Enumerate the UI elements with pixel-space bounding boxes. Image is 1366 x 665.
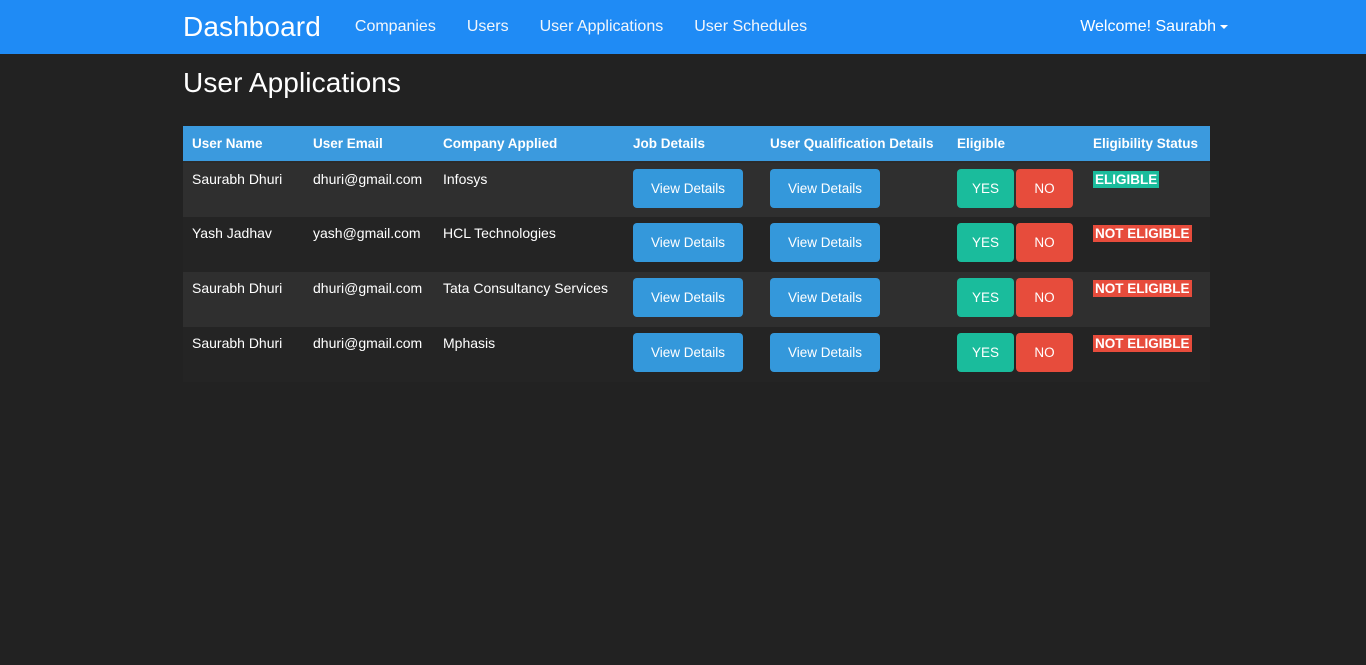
cell-eligibility-status: ELIGIBLE	[1084, 162, 1210, 217]
cell-job-details: View Details	[624, 327, 761, 382]
cell-job-details: View Details	[624, 217, 761, 272]
cell-qualification-details: View Details	[761, 217, 948, 272]
cell-qualification-details: View Details	[761, 162, 948, 217]
table-row: Saurabh Dhuri dhuri@gmail.com Mphasis Vi…	[183, 326, 1210, 382]
view-qualification-details-button[interactable]: View Details	[770, 222, 880, 263]
nav-item-companies: Companies	[355, 18, 436, 36]
view-job-details-button[interactable]: View Details	[633, 277, 743, 318]
page-title: User Applications	[183, 67, 402, 98]
nav-link-companies[interactable]: Companies	[355, 18, 436, 35]
cell-user-email: dhuri@gmail.com	[313, 279, 423, 296]
cell-eligible: YES NO	[948, 162, 1084, 217]
cell-eligible: YES NO	[948, 272, 1084, 327]
table-header-row: User Name User Email Company Applied Job…	[183, 125, 1210, 163]
cell-user-email: yash@gmail.com	[313, 224, 421, 241]
nav-link-users[interactable]: Users	[467, 18, 509, 35]
eligible-yes-button[interactable]: YES	[957, 222, 1014, 263]
view-qualification-details-button[interactable]: View Details	[770, 168, 880, 209]
cell-qualification-details: View Details	[761, 327, 948, 382]
eligible-yes-button[interactable]: YES	[957, 168, 1014, 209]
eligible-no-button[interactable]: NO	[1016, 222, 1073, 263]
column-header-qualification-details: User Qualification Details	[761, 125, 948, 163]
cell-eligible: YES NO	[948, 217, 1084, 272]
brand-logo[interactable]: Dashboard	[183, 13, 321, 41]
nav-link-user-schedules[interactable]: User Schedules	[694, 18, 807, 35]
cell-user-name: Saurabh Dhuri	[192, 279, 283, 296]
navbar-right-section: Welcome! Saurabh	[1080, 0, 1366, 54]
cell-user-name: Saurabh Dhuri	[192, 334, 283, 351]
user-applications-table: User Name User Email Company Applied Job…	[183, 125, 1210, 382]
view-qualification-details-button[interactable]: View Details	[770, 332, 880, 373]
page-body: User Applications User Name User Email C…	[0, 54, 1366, 382]
nav-item-user-applications: User Applications	[540, 18, 664, 36]
nav-link-user-applications[interactable]: User Applications	[540, 18, 664, 35]
cell-company-applied: HCL Technologies	[443, 224, 556, 241]
cell-job-details: View Details	[624, 272, 761, 327]
status-badge: ELIGIBLE	[1093, 170, 1160, 189]
cell-eligible: YES NO	[948, 327, 1084, 382]
view-job-details-button[interactable]: View Details	[633, 168, 743, 209]
table-body: Saurabh Dhuri dhuri@gmail.com Infosys Vi…	[183, 161, 1210, 382]
user-applications-table-container: User Name User Email Company Applied Job…	[183, 125, 1210, 382]
status-badge: NOT ELIGIBLE	[1093, 334, 1192, 353]
eligible-no-button[interactable]: NO	[1016, 168, 1073, 209]
cell-user-email: dhuri@gmail.com	[313, 170, 423, 187]
column-header-job-details: Job Details	[624, 125, 761, 163]
view-job-details-button[interactable]: View Details	[633, 222, 743, 263]
cell-company-applied: Infosys	[443, 170, 488, 187]
cell-qualification-details: View Details	[761, 272, 948, 327]
eligible-no-button[interactable]: NO	[1016, 277, 1073, 318]
column-header-eligibility-status: Eligibility Status	[1084, 125, 1210, 163]
column-header-user-name: User Name	[183, 125, 304, 163]
user-menu-dropdown[interactable]: Welcome! Saurabh	[1080, 19, 1228, 35]
eligible-yes-button[interactable]: YES	[957, 277, 1014, 318]
cell-user-name: Saurabh Dhuri	[192, 170, 283, 187]
cell-eligibility-status: NOT ELIGIBLE	[1084, 327, 1210, 382]
table-row: Saurabh Dhuri dhuri@gmail.com Tata Consu…	[183, 271, 1210, 327]
cell-eligibility-status: NOT ELIGIBLE	[1084, 217, 1210, 272]
nav-item-user-schedules: User Schedules	[694, 18, 807, 36]
cell-company-applied: Mphasis	[443, 334, 496, 351]
table-row: Saurabh Dhuri dhuri@gmail.com Infosys Vi…	[183, 161, 1210, 217]
view-job-details-button[interactable]: View Details	[633, 332, 743, 373]
eligible-no-button[interactable]: NO	[1016, 332, 1073, 373]
chevron-down-icon	[1220, 25, 1228, 29]
status-badge: NOT ELIGIBLE	[1093, 224, 1192, 243]
user-menu-label: Welcome! Saurabh	[1080, 18, 1216, 35]
eligible-yes-button[interactable]: YES	[957, 332, 1014, 373]
column-header-eligible: Eligible	[948, 125, 1084, 163]
cell-eligibility-status: NOT ELIGIBLE	[1084, 272, 1210, 327]
view-qualification-details-button[interactable]: View Details	[770, 277, 880, 318]
table-row: Yash Jadhav yash@gmail.com HCL Technolog…	[183, 216, 1210, 272]
column-header-user-email: User Email	[304, 125, 434, 163]
top-navbar: Dashboard Companies Users User Applicati…	[0, 0, 1366, 54]
cell-company-applied: Tata Consultancy Services	[443, 279, 608, 296]
status-badge: NOT ELIGIBLE	[1093, 279, 1192, 298]
table-header: User Name User Email Company Applied Job…	[183, 125, 1210, 163]
cell-user-name: Yash Jadhav	[192, 224, 272, 241]
nav-links: Companies Users User Applications User S…	[355, 18, 807, 36]
cell-user-email: dhuri@gmail.com	[313, 334, 423, 351]
nav-item-users: Users	[467, 18, 509, 36]
cell-job-details: View Details	[624, 162, 761, 217]
column-header-company-applied: Company Applied	[434, 125, 624, 163]
